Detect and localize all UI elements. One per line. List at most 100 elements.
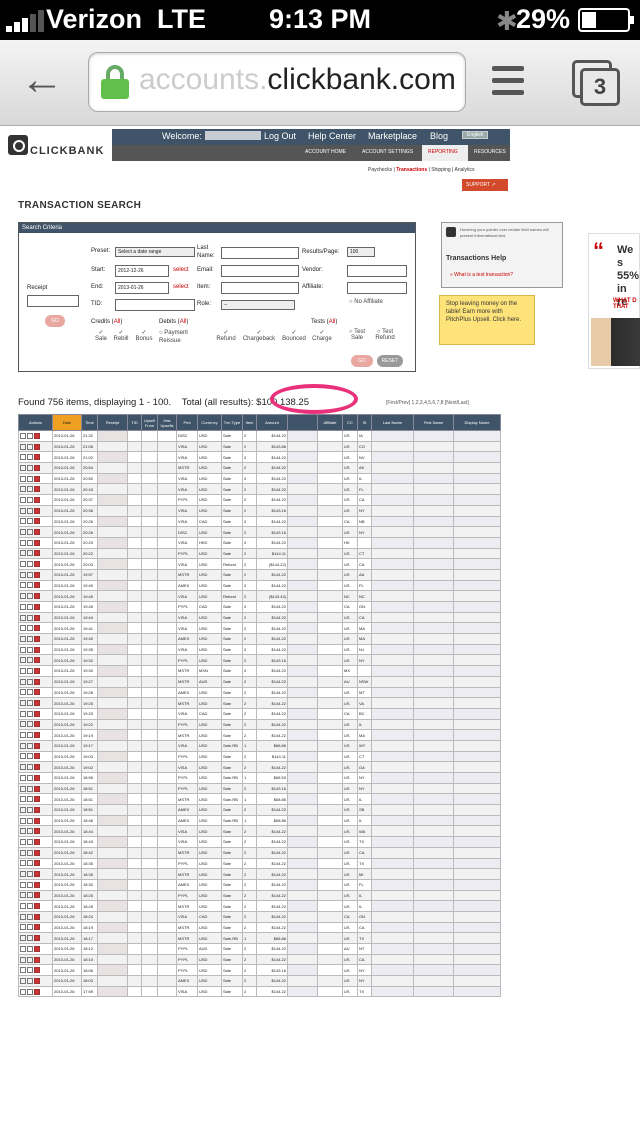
table-row[interactable]: 2013-01-26 19:44 VISA USD Sale 2 $144.22 US CA (18, 611, 501, 624)
column-header[interactable]: Currency (197, 414, 222, 431)
edit-icon[interactable] (27, 475, 33, 482)
row-actions[interactable] (18, 739, 53, 752)
edit-icon[interactable] (27, 977, 33, 984)
table-row[interactable]: 2013-01-26 18:42 MSTR USD Sale 2 $144.22 US CA (18, 846, 501, 859)
view-icon[interactable] (20, 903, 26, 910)
table-row[interactable]: 2013-01-26 19:19 MSTR USD Sale 2 $144.22 US MA (18, 729, 501, 741)
pdf-icon[interactable] (34, 945, 40, 952)
edit-icon[interactable] (27, 443, 33, 450)
edit-icon[interactable] (27, 796, 33, 803)
table-row[interactable]: 2013-01-26 18:44 VISA USD Sale 2 $144.22 US WA (18, 825, 501, 838)
test-refund-checkbox[interactable]: ○ Test Refund (371, 329, 399, 341)
table-row[interactable]: 2013-01-26 19:35 VISA USD Sale 2 $144.22 US NJ (18, 643, 501, 656)
column-header[interactable]: CC (342, 414, 358, 431)
table-row[interactable]: 2013-01-26 18:24 VISA CAD Sale 2 $144.22 CA ON (18, 910, 501, 923)
pagination[interactable]: [First/Prev] 1,2,3,4,5,6,7,8 [Next/Last] (386, 400, 469, 406)
pdf-icon[interactable] (34, 614, 40, 621)
pdf-icon[interactable] (34, 988, 40, 995)
column-header[interactable]: Pmt (176, 414, 198, 431)
view-icon[interactable] (20, 828, 26, 835)
pdf-icon[interactable] (34, 582, 40, 589)
edit-icon[interactable] (27, 742, 33, 749)
logout-link[interactable]: Log Out (264, 131, 296, 141)
table-row[interactable]: 2013-01-26 20:26 DISC USD Sale 2 $143.16 US NY (18, 526, 501, 538)
table-row[interactable]: 2013-01-26 20:54 MSTR USD Sale 2 $144.22 US AK (18, 462, 501, 474)
row-actions[interactable] (18, 953, 53, 966)
column-header[interactable]: First Name (413, 414, 454, 431)
table-row[interactable]: 2013-01-26 18:46 AMEX USD Sale-RB 1 $68.86 US IL (18, 814, 501, 827)
row-actions[interactable] (18, 504, 53, 517)
go-button[interactable]: GO (351, 355, 373, 367)
view-icon[interactable] (20, 732, 26, 739)
pdf-icon[interactable] (34, 657, 40, 664)
pdf-icon[interactable] (34, 742, 40, 749)
refund-checkbox[interactable]: ✓ Refund (215, 329, 237, 342)
row-actions[interactable] (18, 889, 53, 902)
edit-icon[interactable] (27, 657, 33, 664)
edit-icon[interactable] (27, 603, 33, 610)
row-actions[interactable] (18, 761, 53, 773)
table-row[interactable]: 2013-01-26 19:49 AMEX USD Sale 2 $144.22 US FL (18, 579, 501, 592)
edit-icon[interactable] (27, 881, 33, 888)
row-actions[interactable] (18, 494, 53, 506)
row-actions[interactable] (18, 601, 53, 613)
table-row[interactable]: 2013-01-26 20:26 VISA CAD Sale 2 $144.22 CA NB (18, 515, 501, 528)
pdf-icon[interactable] (34, 571, 40, 578)
row-actions[interactable] (18, 515, 53, 528)
test-transaction-link[interactable]: » What is a test transaction? (450, 272, 513, 278)
table-row[interactable]: 2013-01-26 20:50 VISA USD Sale 2 $144.22 US IL (18, 472, 501, 485)
row-actions[interactable] (18, 932, 53, 944)
pdf-icon[interactable] (34, 475, 40, 482)
table-row[interactable]: 2013-01-26 19:45 VISA USD Refund 2 ($143.43) NC… (18, 590, 501, 602)
pdf-icon[interactable] (34, 443, 40, 450)
table-row[interactable]: 2013-01-26 21:06 VISA USD Sale 2 $143.86 US CO (18, 440, 501, 453)
view-icon[interactable] (20, 635, 26, 642)
side-ad[interactable]: “ We s 55% in re WHAT D THAT (588, 233, 640, 369)
pdf-icon[interactable] (34, 432, 40, 439)
view-icon[interactable] (20, 464, 26, 471)
edit-icon[interactable] (27, 913, 33, 920)
row-actions[interactable] (18, 772, 53, 784)
table-row[interactable]: 2013-01-26 18:35 MSTR USD Sale 2 $144.22 US MI (18, 868, 501, 880)
table-row[interactable]: 2013-01-26 18:35 PYPL USD Sale 2 $144.22 US TX (18, 857, 501, 870)
row-actions[interactable] (18, 483, 53, 496)
row-actions[interactable] (18, 665, 53, 677)
table-row[interactable]: 2013-01-26 20:23 VISA HKD Sale 2 $144.22 HK (18, 536, 501, 549)
view-icon[interactable] (20, 838, 26, 845)
view-icon[interactable] (20, 539, 26, 546)
column-header[interactable]: Actions (18, 414, 53, 431)
role-select[interactable]: -- (221, 300, 295, 310)
table-row[interactable]: 2013-01-26 18:43 VISA USD Sale 2 $144.22 US TX (18, 836, 501, 848)
view-icon[interactable] (20, 443, 26, 450)
edit-icon[interactable] (27, 710, 33, 717)
view-icon[interactable] (20, 571, 26, 578)
subnav-transactions[interactable]: Transactions (396, 167, 427, 173)
edit-icon[interactable] (27, 860, 33, 867)
edit-icon[interactable] (27, 529, 33, 536)
row-actions[interactable] (18, 975, 53, 987)
nav-account-settings[interactable]: ACCOUNT SETTINGS (362, 149, 413, 155)
table-row[interactable]: 2013-01-26 19:32 PYPL USD Sale 2 $143.16 US NY (18, 654, 501, 667)
row-actions[interactable] (18, 782, 53, 795)
edit-icon[interactable] (27, 764, 33, 771)
table-row[interactable]: 2013-01-26 19:30 MSTR MXN Sale 2 $144.22 MX (18, 665, 501, 677)
column-header[interactable]: Display Name (453, 414, 501, 431)
column-header[interactable] (287, 414, 318, 431)
row-actions[interactable] (18, 440, 53, 453)
edit-icon[interactable] (27, 582, 33, 589)
marketplace-link[interactable]: Marketplace (368, 131, 417, 141)
table-row[interactable]: 2013-01-26 18:56 PYPL USD Sale-RB 1 $68.53 US NY (18, 772, 501, 784)
end-date-input[interactable]: 2013-01-26 (115, 282, 169, 294)
edit-icon[interactable] (27, 945, 33, 952)
row-actions[interactable] (18, 697, 53, 709)
pdf-icon[interactable] (34, 967, 40, 974)
test-sale-checkbox[interactable]: ○ Test Sale (343, 329, 371, 341)
row-actions[interactable] (18, 729, 53, 741)
edit-icon[interactable] (27, 817, 33, 824)
pdf-icon[interactable] (34, 550, 40, 557)
pdf-icon[interactable] (34, 518, 40, 525)
edit-icon[interactable] (27, 454, 33, 461)
edit-icon[interactable] (27, 689, 33, 696)
no-affiliate-checkbox[interactable]: ○ No Affiliate (349, 299, 383, 305)
column-header[interactable]: Affiliate (317, 414, 343, 431)
